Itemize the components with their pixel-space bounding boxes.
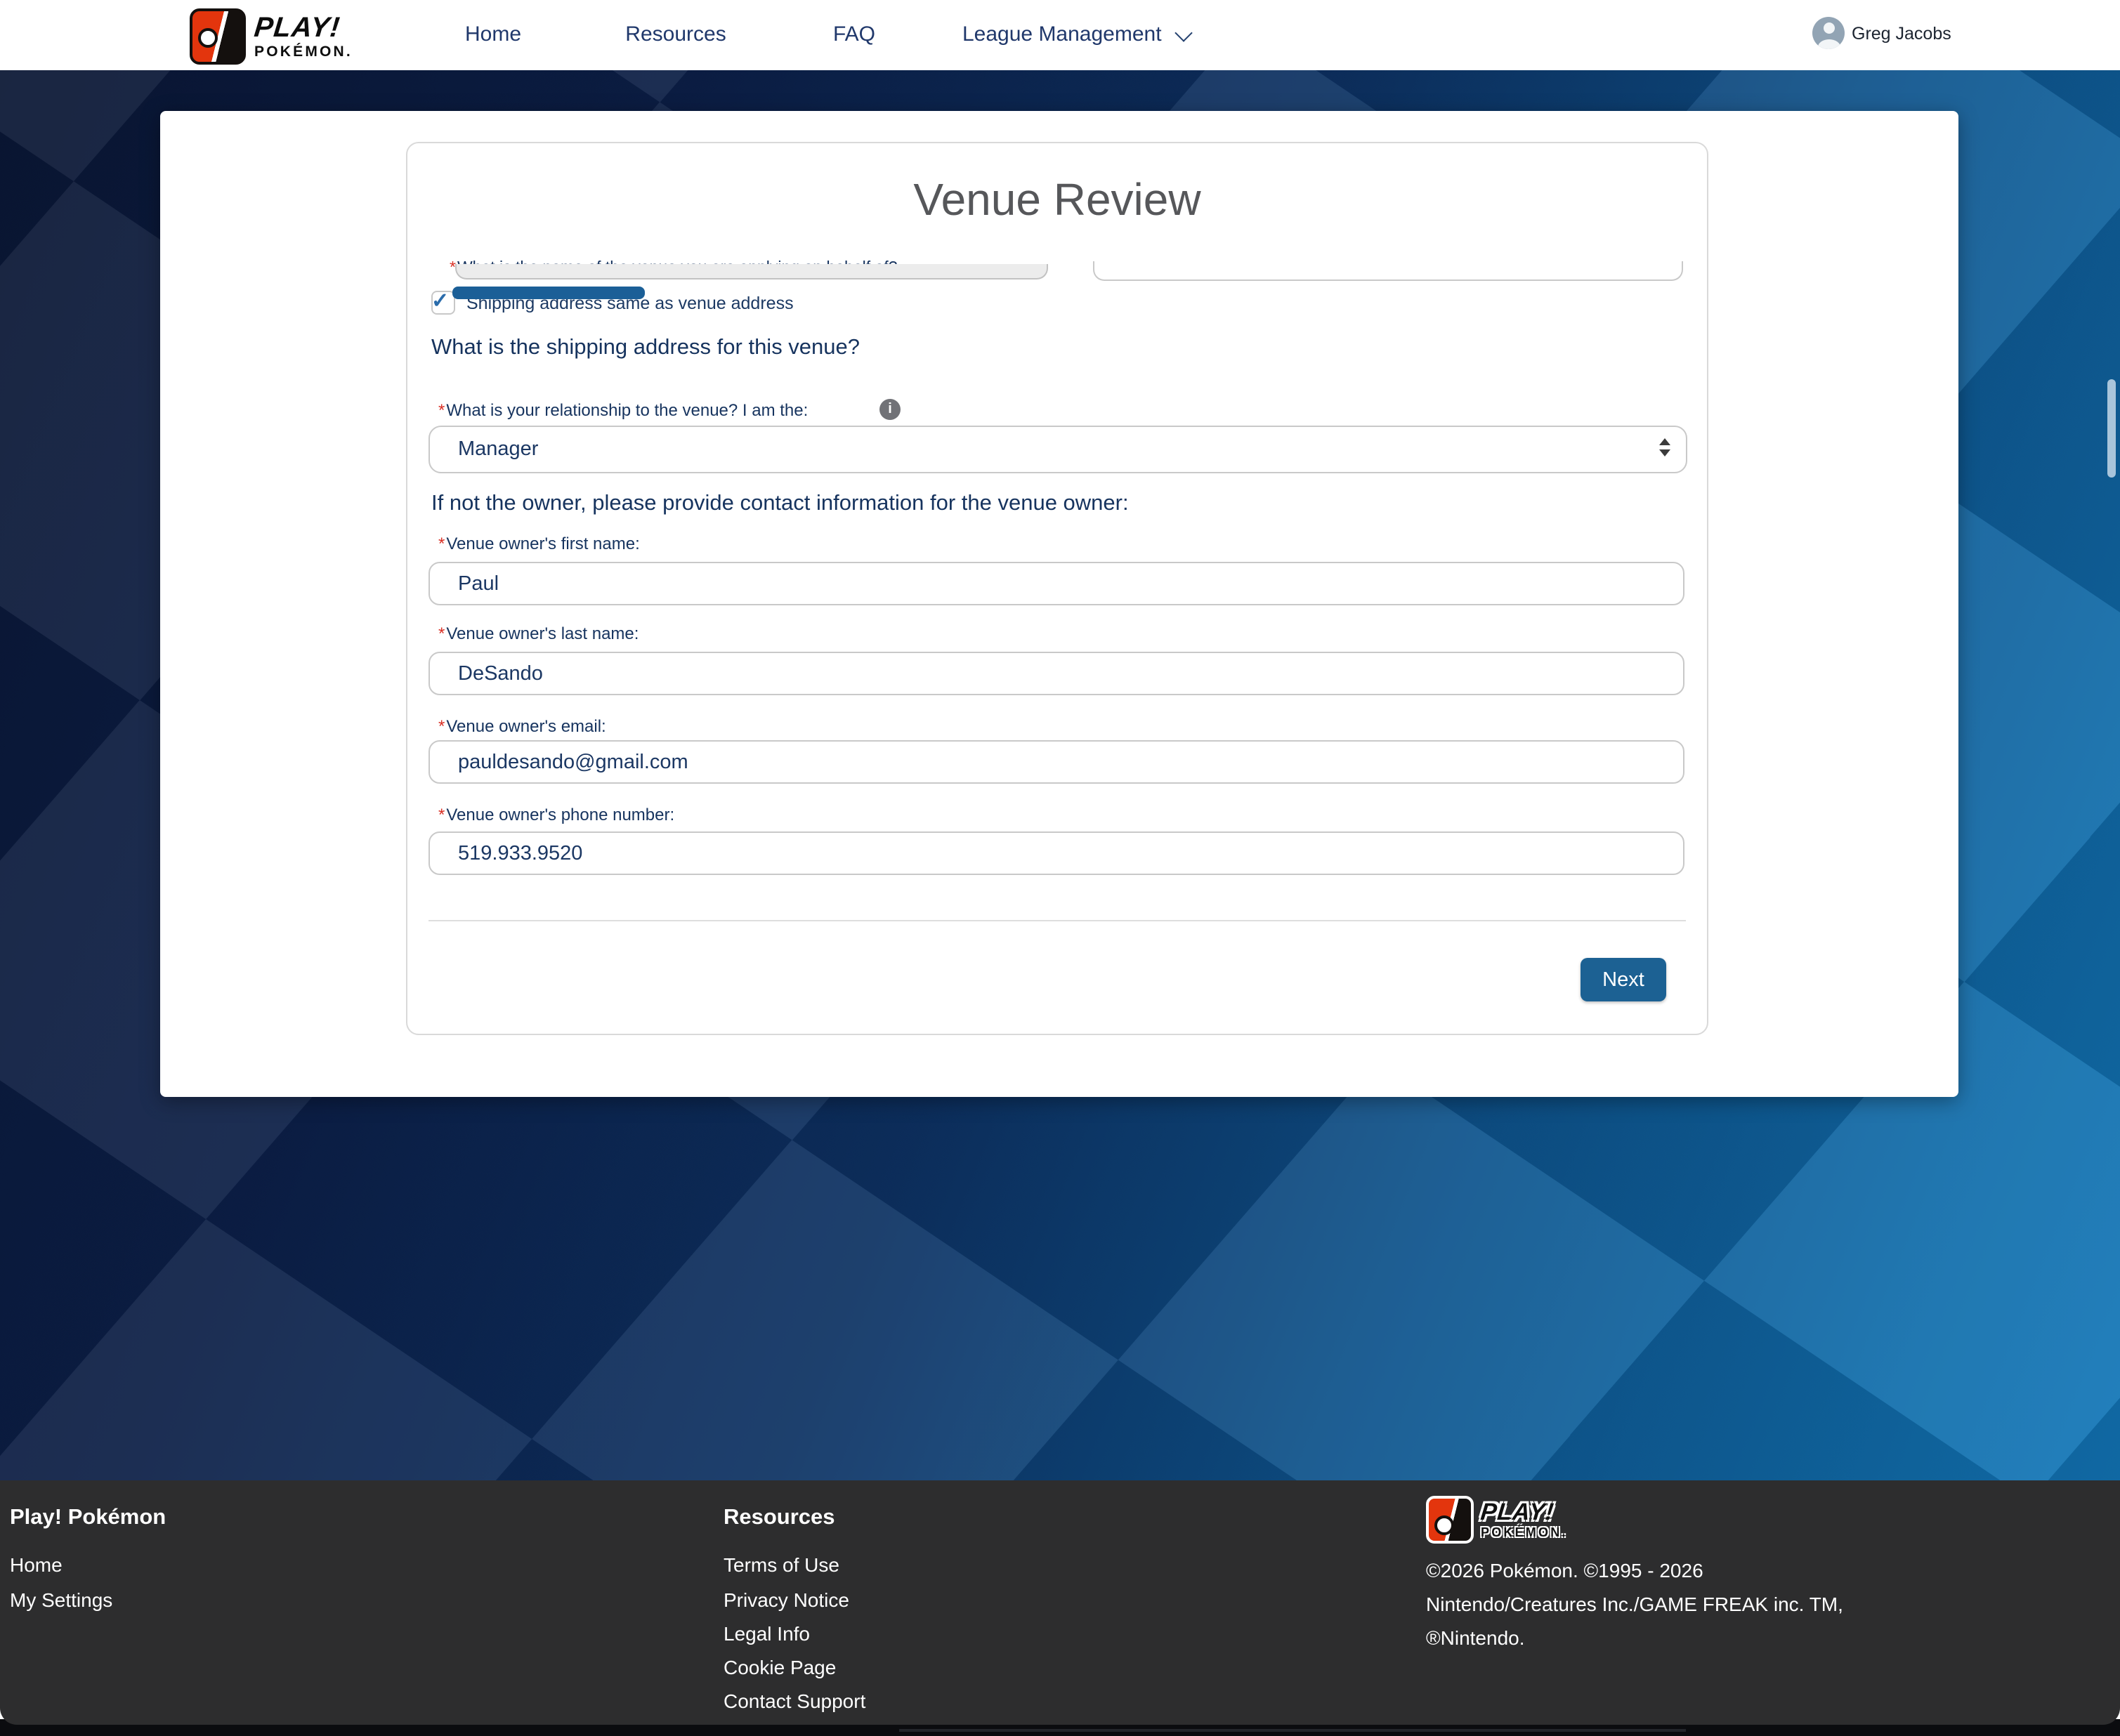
nav-league-management[interactable]: League Management bbox=[962, 22, 1190, 46]
footer-link-my-settings[interactable]: My Settings bbox=[10, 1589, 112, 1611]
nav-resources[interactable]: Resources bbox=[625, 22, 726, 46]
play-pokemon-logo[interactable]: PLAY! POKÉMON. bbox=[190, 8, 353, 65]
checkmark-icon: ✓ bbox=[431, 291, 449, 312]
relationship-selected-value: Manager bbox=[458, 438, 538, 461]
copyright-line: ®Nintendo. bbox=[1426, 1621, 1525, 1655]
select-spinner-icon bbox=[1659, 438, 1670, 456]
user-name: Greg Jacobs bbox=[1852, 23, 1951, 43]
footer-brand-heading: Play! Pokémon bbox=[10, 1506, 166, 1531]
brand-pokemon-label: POKÉMON. bbox=[254, 45, 353, 60]
footer-link-home[interactable]: Home bbox=[10, 1553, 63, 1576]
form-divider bbox=[428, 920, 1686, 921]
info-icon[interactable]: i bbox=[879, 399, 901, 420]
pokeball-badge-icon bbox=[1426, 1496, 1474, 1544]
required-asterisk: * bbox=[438, 400, 445, 420]
scrollbar-thumb[interactable] bbox=[2107, 379, 2116, 478]
page: PLAY! POKÉMON. Home Resources FAQ League… bbox=[0, 0, 2120, 1736]
owner-phone-input[interactable] bbox=[428, 831, 1684, 875]
user-menu[interactable]: Greg Jacobs bbox=[1812, 17, 1951, 49]
shipping-same-checkbox[interactable]: ✓ bbox=[431, 291, 455, 315]
owner-last-name-input[interactable] bbox=[428, 652, 1684, 695]
owner-first-name-input[interactable] bbox=[428, 562, 1684, 605]
brand-text: PLAY! POKÉMON. bbox=[254, 14, 353, 60]
venue-name-input[interactable] bbox=[455, 264, 1048, 280]
avatar-icon bbox=[1812, 17, 1845, 49]
footer-link-contact[interactable]: Contact Support bbox=[724, 1690, 865, 1712]
content-panel: Venue Review *What is the name of the ve… bbox=[159, 111, 1958, 1097]
nav-league-management-label: League Management bbox=[962, 22, 1162, 46]
owner-phone-label: *Venue owner's phone number: bbox=[438, 805, 674, 824]
owner-email-input[interactable] bbox=[428, 740, 1684, 784]
relationship-label: *What is your relationship to the venue?… bbox=[438, 400, 808, 420]
next-button[interactable]: Next bbox=[1581, 958, 1666, 1001]
top-navbar: PLAY! POKÉMON. Home Resources FAQ League… bbox=[0, 0, 2120, 70]
owner-contact-heading: If not the owner, please provide contact… bbox=[431, 492, 1129, 517]
brand-play-label: PLAY! bbox=[253, 14, 354, 42]
venue-name-secondary-input[interactable] bbox=[1093, 261, 1683, 281]
nav-faq[interactable]: FAQ bbox=[833, 22, 875, 46]
focus-highlight-bar bbox=[452, 287, 645, 299]
nav-home[interactable]: Home bbox=[465, 22, 521, 46]
shipping-address-heading: What is the shipping address for this ve… bbox=[431, 336, 860, 361]
footer-logo: PLAY! POKÉMON. bbox=[1426, 1496, 1568, 1544]
footer: Play! Pokémon Home My Settings Resources… bbox=[0, 1480, 2120, 1725]
footer-link-cookie[interactable]: Cookie Page bbox=[724, 1656, 836, 1678]
pokeball-badge-icon bbox=[190, 8, 246, 65]
copyright-line: Nintendo/Creatures Inc./GAME FREAK inc. … bbox=[1426, 1587, 1843, 1621]
owner-email-label: *Venue owner's email: bbox=[438, 716, 606, 736]
footer-link-legal[interactable]: Legal Info bbox=[724, 1622, 810, 1645]
relationship-select[interactable]: Manager bbox=[428, 426, 1687, 473]
owner-first-name-label: *Venue owner's first name: bbox=[438, 534, 640, 553]
chevron-down-icon bbox=[1174, 23, 1192, 41]
footer-resources-heading: Resources bbox=[724, 1506, 835, 1531]
owner-last-name-label: *Venue owner's last name: bbox=[438, 624, 639, 643]
footer-link-privacy[interactable]: Privacy Notice bbox=[724, 1589, 849, 1611]
page-title: Venue Review bbox=[407, 174, 1707, 226]
venue-review-card: Venue Review *What is the name of the ve… bbox=[406, 142, 1708, 1035]
footer-link-terms[interactable]: Terms of Use bbox=[724, 1553, 839, 1576]
copyright-line: ©2026 Pokémon. ©1995 - 2026 bbox=[1426, 1553, 1703, 1587]
